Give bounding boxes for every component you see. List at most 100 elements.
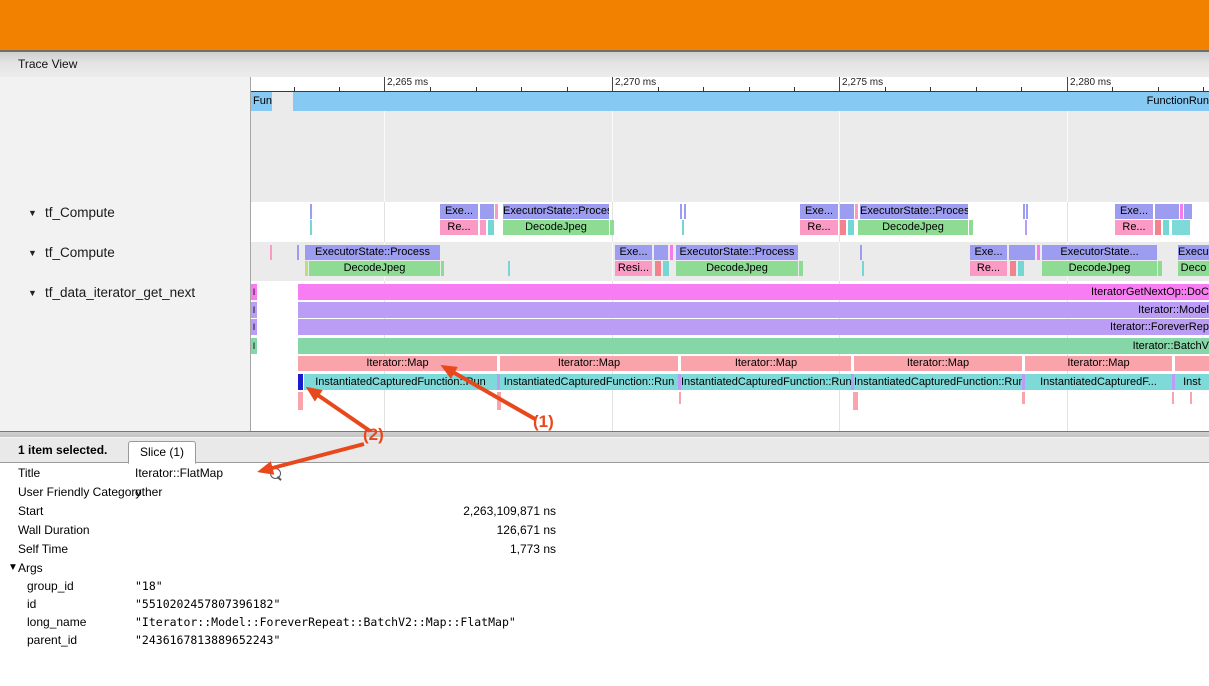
trace-slice[interactable] [848, 220, 854, 235]
trace-slice[interactable] [610, 220, 614, 235]
trace-slice[interactable]: Inst [1175, 374, 1209, 390]
trace-slice[interactable] [663, 261, 669, 276]
trace-slice[interactable] [1158, 261, 1162, 276]
trace-slice[interactable] [488, 220, 494, 235]
trace-slice[interactable]: Execut [1178, 245, 1209, 260]
trace-slice[interactable] [1155, 204, 1179, 219]
trace-slice[interactable]: InstantiatedCapturedFunction::Run [681, 374, 851, 390]
trace-slice[interactable]: ExecutorState... [1042, 245, 1157, 260]
trace-slice[interactable]: Re... [1115, 220, 1153, 235]
trace-slice[interactable]: DecodeJpeg [1042, 261, 1157, 276]
trace-slice[interactable] [1190, 392, 1192, 404]
trace-slice[interactable]: Exe... [970, 245, 1007, 260]
args-section-toggle[interactable]: ▼ Args [0, 559, 1209, 577]
trace-slice[interactable] [969, 220, 973, 235]
trace-slice[interactable] [1037, 245, 1040, 260]
trace-slice[interactable] [860, 245, 862, 260]
trace-slice[interactable] [862, 261, 864, 276]
trace-slice[interactable] [497, 392, 501, 410]
trace-slice[interactable]: Exe... [615, 245, 652, 260]
panel-divider[interactable] [0, 431, 1209, 438]
trace-slice[interactable]: InstantiatedCapturedFunction::Run [500, 374, 678, 390]
trace-slice[interactable]: FunctionRun [293, 91, 1209, 111]
trace-slice[interactable] [1155, 220, 1161, 235]
trace-slice[interactable]: ExecutorState::Process [503, 204, 609, 219]
trace-slice[interactable]: Re... [800, 220, 838, 235]
trace-slice[interactable] [270, 245, 272, 260]
trace-slice[interactable]: DecodeJpeg [309, 261, 440, 276]
trace-slice[interactable] [1026, 204, 1028, 219]
trace-slice[interactable]: Fun [251, 91, 272, 111]
trace-slice[interactable]: DecodeJpeg [503, 220, 609, 235]
trace-slice[interactable] [853, 392, 858, 410]
trace-slice[interactable]: Iterator::Map [298, 356, 497, 371]
trace-slice[interactable]: InstantiatedCapturedF... [1025, 374, 1172, 390]
trace-slice[interactable] [310, 220, 312, 235]
trace-slice[interactable]: Exe... [440, 204, 478, 219]
trace-slice[interactable] [1018, 261, 1024, 276]
trace-slice[interactable] [297, 245, 299, 260]
trace-slice[interactable]: ExecutorState::Process [860, 204, 968, 219]
trace-slice[interactable] [840, 204, 854, 219]
trace-slice[interactable] [441, 261, 444, 276]
trace-slice[interactable]: DecodeJpeg [676, 261, 798, 276]
trace-slice[interactable] [508, 261, 510, 276]
trace-slice[interactable]: ExecutorState::Process [305, 245, 440, 260]
trace-slice[interactable]: Resi... [615, 261, 652, 276]
trace-slice[interactable] [305, 261, 308, 276]
trace-slice[interactable] [840, 220, 846, 235]
trace-slice[interactable] [298, 392, 303, 410]
trace-slice[interactable] [1180, 204, 1183, 219]
trace-slice[interactable] [1163, 220, 1169, 235]
trace-slice[interactable] [1175, 356, 1209, 371]
trace-slice[interactable]: Iterator::Map [681, 356, 851, 371]
selected-slice[interactable] [298, 374, 303, 390]
trace-slice[interactable] [1172, 392, 1174, 404]
trace-slice[interactable] [684, 204, 686, 219]
trace-slice[interactable] [480, 204, 494, 219]
trace-slice[interactable]: Iterator::Model [298, 302, 1209, 318]
trace-slice[interactable] [655, 261, 661, 276]
row-chip[interactable]: I [251, 338, 257, 354]
trace-slice[interactable]: Iterator::Map [500, 356, 678, 371]
trace-slice[interactable] [1184, 204, 1192, 219]
trace-slice[interactable] [1010, 261, 1016, 276]
magnifier-icon[interactable] [270, 468, 281, 479]
trace-slice[interactable]: InstantiatedCapturedFunction::Run [304, 374, 497, 390]
trace-slice[interactable]: Exe... [1115, 204, 1153, 219]
sidebar-group-tf_Compute[interactable]: ▼tf_Compute [0, 243, 250, 263]
trace-slice[interactable]: Iterator::ForeverRep [298, 319, 1209, 335]
sidebar-group-tf_Compute[interactable]: ▼tf_Compute [0, 203, 250, 223]
trace-slice[interactable] [654, 245, 668, 260]
trace-slice[interactable] [1009, 245, 1035, 260]
trace-slice[interactable] [480, 220, 486, 235]
row-chip[interactable]: I [251, 319, 257, 335]
trace-slice[interactable] [1025, 220, 1027, 235]
trace-slice[interactable]: ExecutorState::Process [676, 245, 798, 260]
trace-slice[interactable]: Iterator::Map [854, 356, 1022, 371]
trace-slice[interactable]: Deco [1178, 261, 1209, 276]
row-chip[interactable]: I [251, 284, 257, 300]
trace-slice[interactable] [670, 245, 673, 260]
trace-slice[interactable] [855, 204, 858, 219]
trace-slice[interactable] [1172, 220, 1190, 235]
trace-slice[interactable] [799, 261, 803, 276]
trace-slice[interactable] [679, 392, 681, 404]
trace-slice[interactable] [495, 204, 498, 219]
time-ruler[interactable]: 2,265 ms2,270 ms2,275 ms2,280 ms [251, 77, 1209, 92]
trace-slice[interactable] [1022, 392, 1025, 404]
trace-slice[interactable]: Exe... [800, 204, 838, 219]
trace-slice[interactable]: Iterator::BatchV [298, 338, 1209, 354]
trace-slice[interactable]: InstantiatedCapturedFunction::Run [854, 374, 1022, 390]
trace-slice[interactable]: DecodeJpeg [858, 220, 968, 235]
trace-slice[interactable]: Re... [440, 220, 478, 235]
trace-slice[interactable] [680, 204, 682, 219]
tab-slice[interactable]: Slice (1) [128, 441, 196, 464]
row-chip[interactable]: I [251, 302, 257, 318]
trace-slice[interactable] [1023, 204, 1025, 219]
sidebar-group-tf_data_iterator_get_next[interactable]: ▼tf_data_iterator_get_next [0, 283, 250, 303]
trace-slice[interactable] [682, 220, 684, 235]
trace-slice[interactable]: Iterator::Map [1025, 356, 1172, 371]
trace-slice[interactable]: Re... [970, 261, 1007, 276]
trace-slice[interactable]: IteratorGetNextOp::DoC [298, 284, 1209, 300]
